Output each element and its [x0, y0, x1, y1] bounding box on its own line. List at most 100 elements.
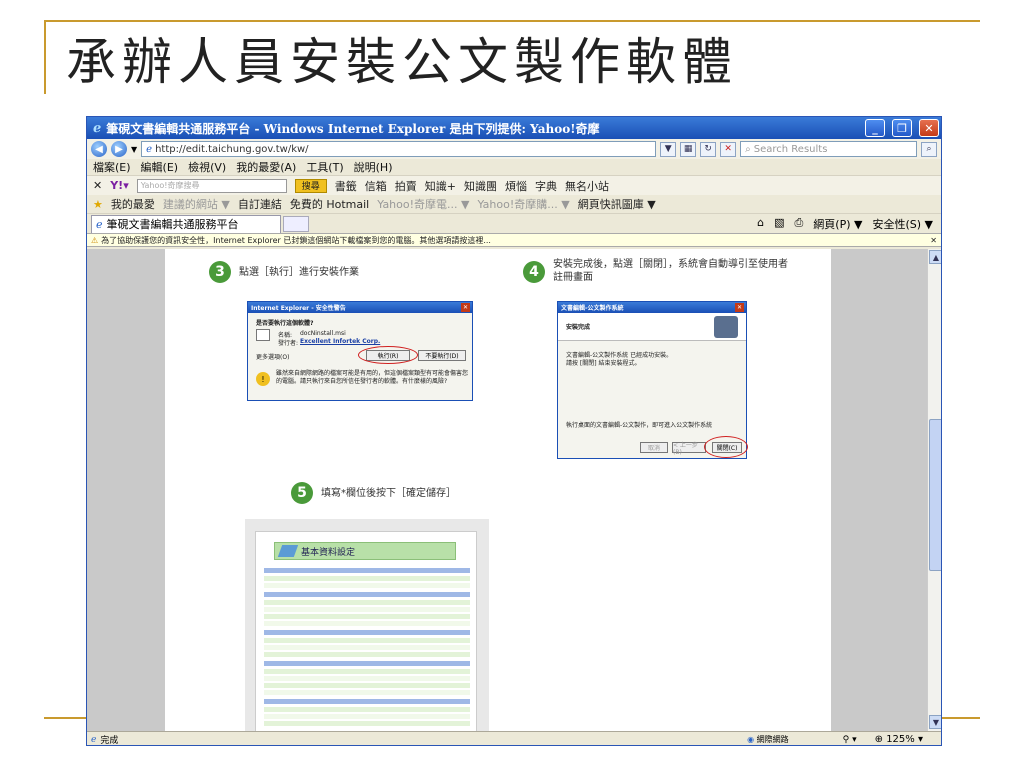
step-5-text: 填寫*欄位後按下［確定儲存］ [321, 488, 456, 499]
fav-yahoo-1[interactable]: Yahoo!奇摩電... ▼ [377, 196, 469, 212]
security-publisher-label: 發行者: [278, 340, 299, 347]
yahoo-auction[interactable]: 拍賣 [395, 178, 417, 194]
document-page: 3 點選［執行］進行安裝作業 4 安裝完成後，點選［關閉］，系統會自動導引至使用… [165, 249, 831, 731]
form-header: 基本資料設定 [274, 542, 456, 560]
tab-page-icon: ℯ [96, 217, 103, 231]
security-warning-text: 雖然來自網際網路的檔案可能是有用的，但這個檔案類型有可能會傷害您的電腦。請只執行… [276, 370, 469, 385]
form-row [264, 614, 470, 619]
search-input[interactable]: ⌕ Search Results [740, 141, 917, 157]
history-dropdown-icon[interactable]: ▼ [131, 145, 137, 154]
run-highlight-ring [358, 346, 418, 364]
zoom-control[interactable]: ⊕ 125% ▾ [874, 734, 941, 745]
menu-view[interactable]: 檢視(V) [188, 159, 226, 175]
info-bar-close-icon[interactable]: ✕ [930, 236, 941, 245]
forward-icon[interactable]: ▶ [111, 141, 127, 157]
cancel-button[interactable]: 取消 [640, 442, 668, 453]
form-row [264, 638, 470, 643]
yahoo-knowledge-group[interactable]: 知識團 [464, 178, 497, 194]
url-dropdown-icon[interactable]: ▼ [660, 141, 677, 157]
fav-custom-links[interactable]: 自訂連結 [238, 196, 282, 212]
feeds-icon[interactable]: ▧ [774, 216, 784, 232]
fav-suggested[interactable]: 建議的網站 ▼ [163, 196, 230, 212]
form-row [264, 721, 470, 726]
step-4-badge: 4 [523, 261, 545, 283]
security-dialog: Internet Explorer - 安全性警告 ✕ 是否要執行這個軟體? 名… [247, 301, 473, 401]
scroll-thumb[interactable] [929, 419, 941, 571]
menu-bar: 檔案(E) 編輯(E) 檢視(V) 我的最愛(A) 工具(T) 說明(H) [87, 159, 941, 175]
computer-icon [714, 316, 738, 338]
back-button[interactable]: < 上一步(B) [672, 442, 706, 456]
zoom-level: 125% [886, 734, 915, 745]
yahoo-toolbar: ✕ Y!▾ Yahoo!奇摩搜尋 搜尋 書籤 信箱 拍賣 知識+ 知識團 煩惱 … [87, 175, 941, 195]
safety-menu[interactable]: 安全性(S) ▼ [872, 216, 933, 232]
url-input[interactable]: ℯ http://edit.taichung.gov.tw/kw/ [141, 141, 657, 157]
favorites-label[interactable]: 我的最愛 [111, 196, 155, 212]
fav-webslice[interactable]: 網頁快訊圖庫 ▼ [578, 196, 656, 212]
status-text: 完成 [100, 736, 119, 746]
favorites-star-icon: ★ [93, 197, 103, 211]
yahoo-dictionary[interactable]: 字典 [535, 178, 557, 194]
security-more-options[interactable]: 更多選項(O) [256, 352, 289, 361]
new-tab-button[interactable] [283, 215, 309, 232]
security-dialog-close-icon[interactable]: ✕ [461, 303, 470, 312]
form-row [264, 621, 470, 626]
yahoo-search-button[interactable]: 搜尋 [294, 178, 327, 193]
close-highlight-ring [704, 436, 748, 458]
search-icon: ⌕ [745, 143, 751, 155]
search-go-icon[interactable]: ⌕ [921, 141, 937, 157]
refresh-icon[interactable]: ↻ [700, 141, 717, 157]
stop-icon[interactable]: ✕ [720, 141, 737, 157]
tab-active[interactable]: ℯ 筆硯文書編輯共通服務平台 [91, 214, 281, 233]
menu-tools[interactable]: 工具(T) [306, 159, 343, 175]
yahoo-search-input[interactable]: Yahoo!奇摩搜尋 [136, 178, 287, 193]
form-header-text: 基本資料設定 [301, 547, 356, 558]
print-icon[interactable]: ⎙ [794, 216, 803, 232]
protected-mode-icon[interactable]: ⚲ ▾ [843, 735, 871, 745]
form-row [264, 576, 470, 581]
form-row [264, 568, 470, 573]
security-publisher-link[interactable]: Excellent Infortek Corp. [300, 338, 380, 345]
menu-favorites[interactable]: 我的最愛(A) [236, 159, 296, 175]
yahoo-worry[interactable]: 煩惱 [505, 178, 527, 194]
back-icon[interactable]: ◀ [91, 141, 107, 157]
form-header-icon [277, 545, 299, 557]
address-bar: ◀ ▶ ▼ ℯ http://edit.taichung.gov.tw/kw/ … [87, 139, 941, 159]
form-row [264, 592, 470, 597]
step-3-badge: 3 [209, 261, 231, 283]
step-5-badge: 5 [291, 482, 313, 504]
install-dialog-close-icon[interactable]: ✕ [735, 303, 744, 312]
warning-icon: ! [256, 372, 270, 386]
form-row [264, 714, 470, 719]
fav-hotmail[interactable]: 免費的 Hotmail [290, 196, 369, 212]
page-menu[interactable]: 網頁(P) ▼ [813, 216, 862, 232]
security-question: 是否要執行這個軟體? [256, 320, 314, 327]
yahoo-wretch[interactable]: 無名小站 [565, 178, 609, 194]
url-text: http://edit.taichung.gov.tw/kw/ [155, 143, 309, 155]
menu-help[interactable]: 說明(H) [354, 159, 393, 175]
yahoo-bookmark[interactable]: 書籤 [335, 178, 357, 194]
status-page-icon: ℯ [91, 734, 97, 745]
minimize-button[interactable]: _ [865, 119, 885, 137]
slide-title: 承辦人員安裝公文製作軟體 [66, 33, 738, 91]
zoom-icon: ⊕ [874, 734, 883, 745]
close-button[interactable]: ✕ [919, 119, 939, 137]
dont-run-button[interactable]: 不要執行(D) [418, 350, 466, 361]
scroll-up-icon[interactable]: ▲ [929, 250, 941, 264]
yahoo-knowledge[interactable]: 知識+ [425, 178, 456, 194]
install-line-2: 請按 [關閉] 結束安裝程式。 [566, 360, 641, 367]
yahoo-mail[interactable]: 信箱 [365, 178, 387, 194]
info-bar[interactable]: ⚠ 為了協助保護您的資訊安全性，Internet Explorer 已封鎖這個網… [87, 233, 941, 247]
yahoo-logo-icon[interactable]: Y!▾ [110, 179, 129, 192]
menu-edit[interactable]: 編輯(E) [141, 159, 179, 175]
compat-icon[interactable]: ▦ [680, 141, 697, 157]
vertical-scrollbar[interactable]: ▲ ▼ [927, 249, 941, 731]
fav-yahoo-2[interactable]: Yahoo!奇摩購... ▼ [477, 196, 569, 212]
form-row [264, 583, 470, 588]
form-row [264, 607, 470, 612]
menu-file[interactable]: 檔案(E) [93, 159, 131, 175]
home-icon[interactable]: ⌂ [757, 216, 764, 232]
maximize-button[interactable]: ❐ [892, 119, 912, 137]
toolbar-close-icon[interactable]: ✕ [93, 179, 102, 192]
form-row [264, 683, 470, 688]
scroll-down-icon[interactable]: ▼ [929, 715, 941, 729]
